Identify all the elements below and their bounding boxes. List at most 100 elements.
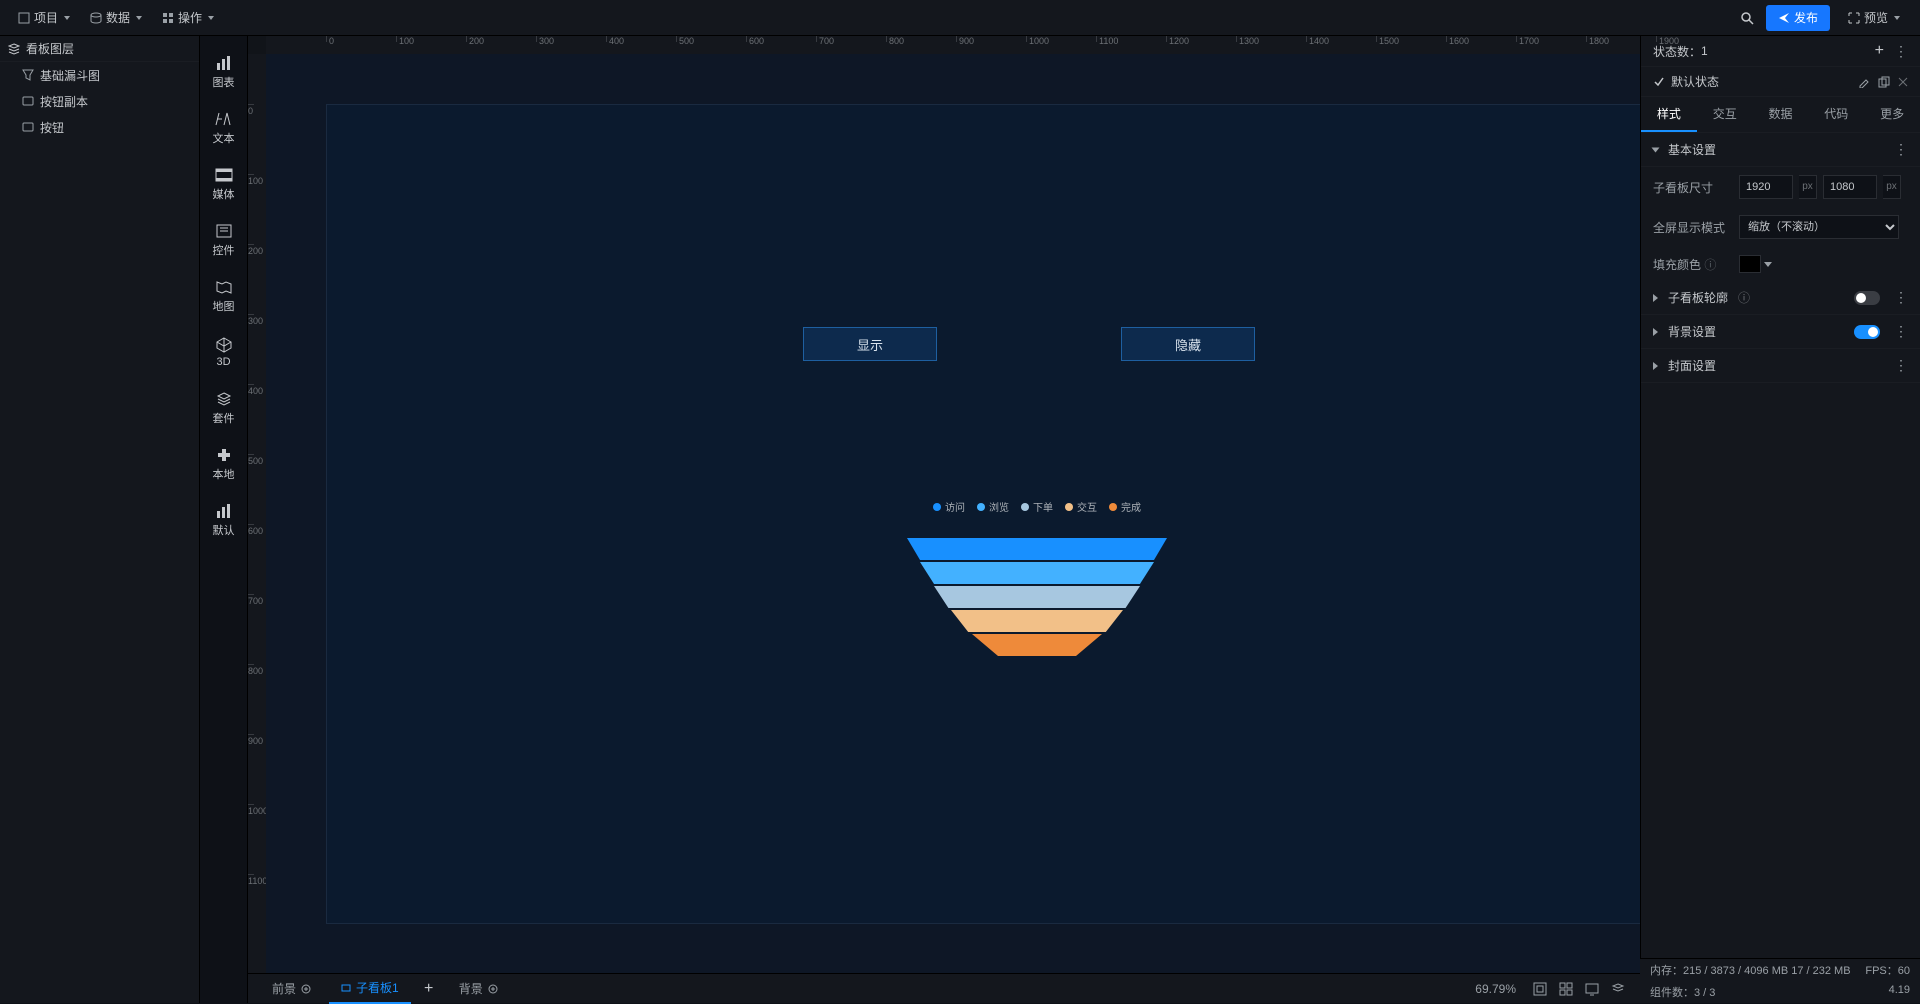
menu-project[interactable]: 项目 — [8, 5, 80, 31]
menu-ops[interactable]: 操作 — [152, 5, 224, 31]
legend-item[interactable]: 访问 — [933, 499, 965, 514]
rail-label: 本地 — [213, 466, 235, 482]
layer-item-funnel[interactable]: 基础漏斗图 — [0, 62, 199, 88]
tab-background[interactable]: 背景 — [447, 974, 510, 1004]
more-icon[interactable]: ⋮ — [1894, 323, 1908, 340]
plus-circle-icon[interactable] — [301, 984, 311, 994]
fullscreen-select[interactable]: 缩放（不滚动） — [1739, 215, 1899, 239]
right-tabs: 样式 交互 数据 代码 更多 — [1641, 97, 1920, 133]
tab-code[interactable]: 代码 — [1808, 97, 1864, 132]
button-label: 显示 — [857, 335, 883, 354]
height-input[interactable] — [1823, 175, 1877, 199]
funnel-label: 浏览 — [1162, 566, 1182, 581]
rail-label: 地图 — [213, 298, 235, 314]
tab-style[interactable]: 样式 — [1641, 97, 1697, 132]
outline-toggle[interactable] — [1854, 291, 1880, 305]
plus-circle-icon[interactable] — [488, 984, 498, 994]
canvas-area: 0100200300400500600700800900100011001200… — [248, 36, 1640, 1003]
screen-icon[interactable] — [1582, 979, 1602, 999]
default-state-label: 默认状态 — [1671, 73, 1719, 90]
publish-label: 发布 — [1794, 9, 1818, 26]
board-button-show[interactable]: 显示 — [803, 327, 937, 361]
legend-item[interactable]: 浏览 — [977, 499, 1009, 514]
rail-kit[interactable]: 套件 — [200, 380, 247, 436]
rail-chart[interactable]: 图表 — [200, 44, 247, 100]
fps-value: 60 — [1898, 965, 1910, 977]
chevron-down-icon — [1652, 147, 1660, 152]
more-icon[interactable]: ⋮ — [1894, 289, 1908, 306]
rail-label: 图表 — [213, 74, 235, 90]
preview-label: 预览 — [1864, 9, 1888, 26]
tab-label: 背景 — [459, 980, 483, 997]
more-icon[interactable]: ⋮ — [1894, 357, 1908, 374]
tab-interact[interactable]: 交互 — [1697, 97, 1753, 132]
board-icon — [341, 983, 351, 993]
menu-project-label: 项目 — [34, 9, 58, 26]
grid-icon[interactable] — [1556, 979, 1576, 999]
funnel-segment: 完成 — [972, 634, 1102, 656]
field-fullscreen: 全屏显示模式 缩放（不滚动） — [1641, 207, 1920, 247]
width-input[interactable] — [1739, 175, 1793, 199]
default-state-row[interactable]: 默认状态 — [1641, 67, 1920, 97]
rail-text[interactable]: 文本 — [200, 100, 247, 156]
preview-button[interactable]: 预览 — [1836, 5, 1912, 31]
section-outline[interactable]: 子看板轮廓ⓘ ⋮ — [1641, 281, 1920, 315]
more-icon[interactable]: ⋮ — [1894, 141, 1908, 158]
state-count-value: 1 — [1701, 44, 1708, 58]
rail-label: 3D — [216, 356, 230, 368]
button-icon — [22, 96, 34, 106]
background-toggle[interactable] — [1854, 325, 1880, 339]
board-button-hide[interactable]: 隐藏 — [1121, 327, 1255, 361]
layer-item-button-copy[interactable]: 按钮副本 — [0, 88, 199, 114]
version: 4.19 — [1889, 984, 1910, 1000]
tab-foreground[interactable]: 前景 — [260, 974, 323, 1004]
layer-item-button[interactable]: 按钮 — [0, 114, 199, 140]
search-button[interactable] — [1734, 5, 1760, 31]
fit-icon[interactable] — [1530, 979, 1550, 999]
edit-icon[interactable] — [1858, 76, 1870, 88]
state-count-row: 状态数： 1 + ⋮ — [1641, 36, 1920, 67]
close-icon[interactable] — [1898, 77, 1908, 87]
section-cover[interactable]: 封面设置 ⋮ — [1641, 349, 1920, 383]
tab-subboard[interactable]: 子看板1 — [329, 974, 411, 1004]
rail-local[interactable]: 本地 — [200, 436, 247, 492]
color-swatch[interactable] — [1739, 255, 1761, 273]
legend-item[interactable]: 下单 — [1021, 499, 1053, 514]
chevron-down-icon — [64, 16, 70, 20]
zoom-level[interactable]: 69.79% — [1475, 982, 1516, 996]
field-fill-color: 填充颜色 ⓘ — [1641, 247, 1920, 281]
section-basic-settings[interactable]: 基本设置 ⋮ — [1641, 133, 1920, 167]
rail-media[interactable]: 媒体 — [200, 156, 247, 212]
canvas-stage[interactable]: 显示 隐藏 访问浏览下单交互完成 访问浏览下单交互完成 — [266, 54, 1640, 973]
sub-board[interactable]: 显示 隐藏 访问浏览下单交互完成 访问浏览下单交互完成 — [326, 104, 1640, 924]
section-label: 子看板轮廓 — [1668, 289, 1728, 306]
menu-data[interactable]: 数据 — [80, 5, 152, 31]
legend-item[interactable]: 完成 — [1109, 499, 1141, 514]
rail-ctrl[interactable]: 控件 — [200, 212, 247, 268]
rail-default[interactable]: 默认 — [200, 492, 247, 548]
menu-data-label: 数据 — [106, 9, 130, 26]
section-background[interactable]: 背景设置 ⋮ — [1641, 315, 1920, 349]
funnel-chart[interactable]: 访问浏览下单交互完成 访问浏览下单交互完成 — [887, 499, 1187, 658]
button-icon — [22, 122, 34, 132]
top-toolbar: 项目 数据 操作 发布 预览 — [0, 0, 1920, 36]
add-tab-button[interactable]: + — [417, 980, 441, 998]
rail-map[interactable]: 地图 — [200, 268, 247, 324]
publish-button[interactable]: 发布 — [1766, 5, 1830, 31]
unit-label: px — [1883, 175, 1901, 199]
tab-data[interactable]: 数据 — [1753, 97, 1809, 132]
layer-panel: 看板图层 基础漏斗图 按钮副本 按钮 — [0, 36, 200, 1003]
rail-3d[interactable]: 3D — [200, 324, 247, 380]
legend-item[interactable]: 交互 — [1065, 499, 1097, 514]
tab-more[interactable]: 更多 — [1864, 97, 1920, 132]
section-label: 封面设置 — [1668, 357, 1716, 374]
more-icon[interactable]: ⋮ — [1894, 43, 1908, 60]
rail-label: 套件 — [213, 410, 235, 426]
chevron-right-icon — [1653, 328, 1658, 336]
funnel-segment: 访问 — [907, 538, 1167, 560]
funnel-segment: 浏览 — [920, 562, 1154, 584]
add-state-button[interactable]: + — [1875, 42, 1884, 60]
copy-icon[interactable] — [1878, 76, 1890, 88]
layer-panel-header: 看板图层 — [0, 36, 199, 62]
layer-toggle-icon[interactable] — [1608, 979, 1628, 999]
